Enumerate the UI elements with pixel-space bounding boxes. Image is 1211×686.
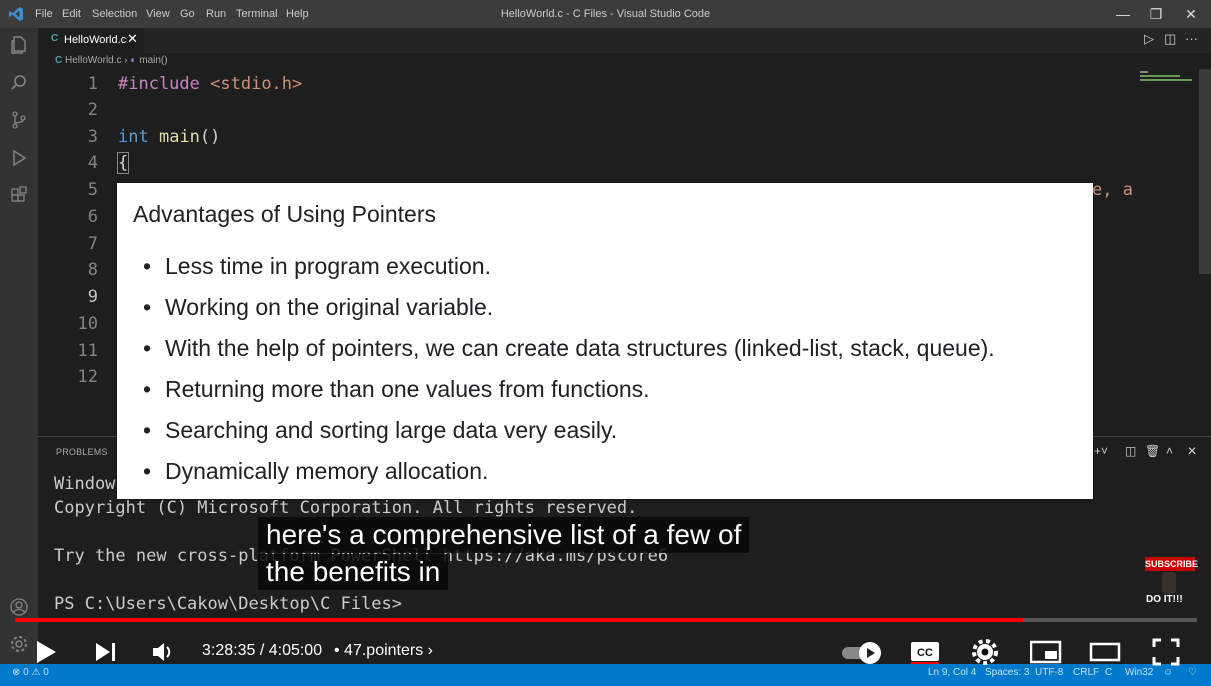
function-name: main xyxy=(158,127,200,147)
terminal-line: Window xyxy=(54,474,116,494)
terminal-prompt[interactable]: PS C:\Users\Cakow\Desktop\C Files> xyxy=(54,594,402,614)
caption-line-1: here's a comprehensive list of a few of xyxy=(258,517,750,553)
type-keyword: int xyxy=(118,127,149,147)
line-ending[interactable]: CRLF xyxy=(1073,667,1099,678)
list-item: Searching and sorting large data very ea… xyxy=(133,417,995,458)
line-number: 8 xyxy=(87,260,98,280)
c-language-icon: C xyxy=(51,33,59,44)
next-icon[interactable] xyxy=(95,642,117,667)
code-line-1: #include <stdio.h> xyxy=(118,74,302,94)
extensions-icon[interactable] xyxy=(9,186,29,206)
line-number: 3 xyxy=(87,127,98,147)
slide-bullet-list: Less time in program execution. Working … xyxy=(133,253,995,499)
breadcrumb: C HelloWorld.c › ◐ main() xyxy=(55,55,168,69)
code-fragment-right: e, a xyxy=(1092,180,1133,200)
editor-scrollbar[interactable] xyxy=(1199,69,1211,274)
tab-helloworld[interactable]: C HelloWorld.c ✕ xyxy=(38,28,144,53)
search-icon[interactable] xyxy=(9,73,29,93)
doit-text: DO IT!!! xyxy=(1146,594,1183,605)
slide-overlay: Advantages of Using Pointers Less time i… xyxy=(117,183,1093,499)
autoplay-toggle[interactable] xyxy=(840,641,884,670)
split-editor-icon[interactable]: ◫ xyxy=(1164,31,1176,47)
manage-gear-icon[interactable] xyxy=(9,634,29,654)
explorer-icon[interactable] xyxy=(9,35,29,55)
list-item: Dynamically memory allocation. xyxy=(133,458,995,499)
tab-close-icon[interactable]: ✕ xyxy=(127,31,138,47)
chapter-label: • 47.pointers xyxy=(334,642,424,659)
language-mode[interactable]: C xyxy=(1105,667,1112,678)
list-item: With the help of pointers, we can create… xyxy=(133,335,995,376)
code-line-3: int main() xyxy=(118,127,220,147)
play-icon[interactable] xyxy=(35,640,57,669)
theater-mode-icon[interactable] xyxy=(1089,641,1121,668)
line-number: 11 xyxy=(77,341,98,361)
close-panel-icon[interactable]: ✕ xyxy=(1187,444,1197,458)
notifications-bell-icon[interactable]: ♡ xyxy=(1188,667,1197,678)
parens: () xyxy=(199,127,221,147)
list-item: Returning more than one values from func… xyxy=(133,376,995,417)
tab-problems[interactable]: PROBLEMS xyxy=(56,447,108,457)
time-display: 3:28:35 / 4:05:00 xyxy=(202,642,323,659)
line-number: 1 xyxy=(87,74,98,94)
settings-gear-icon[interactable] xyxy=(972,639,998,670)
breadcrumb-symbol[interactable]: main() xyxy=(139,55,167,66)
line-number: 10 xyxy=(77,314,98,334)
cc-label: CC xyxy=(917,647,933,659)
line-number: 12 xyxy=(77,367,98,387)
run-debug-icon[interactable] xyxy=(9,148,29,168)
tab-label: HelloWorld.c xyxy=(64,34,127,46)
line-number: 4 xyxy=(87,153,98,173)
slide-title: Advantages of Using Pointers xyxy=(133,201,437,227)
restore-icon[interactable]: ❐ xyxy=(1138,0,1174,28)
caption-line-2: the benefits in xyxy=(258,554,449,590)
window-title: HelloWorld.c - C Files - Visual Studio C… xyxy=(500,8,711,20)
new-terminal-icon[interactable]: +˅ xyxy=(1094,444,1108,458)
more-actions-icon[interactable]: ··· xyxy=(1185,31,1198,46)
source-control-icon[interactable] xyxy=(9,110,29,130)
tab-bar xyxy=(38,28,1211,53)
fullscreen-icon[interactable] xyxy=(1152,638,1180,671)
miniplayer-icon[interactable] xyxy=(1029,640,1062,669)
chapter-title[interactable]: • 47.pointers › xyxy=(334,642,433,660)
progress-bar-fill xyxy=(15,618,1023,622)
function-symbol-icon: ◐ xyxy=(130,55,137,66)
open-brace: { xyxy=(116,152,130,174)
platform[interactable]: Win32 xyxy=(1125,667,1153,678)
person-icon xyxy=(1162,572,1176,594)
terminal-line: Copyright (C) Microsoft Corporation. All… xyxy=(54,498,638,518)
line-number: 7 xyxy=(87,234,98,254)
list-item: Working on the original variable. xyxy=(133,294,995,335)
chevron-right-icon: › xyxy=(427,642,433,659)
close-window-icon[interactable]: ✕ xyxy=(1173,0,1209,28)
line-number: 2 xyxy=(87,100,98,120)
subscribe-watermark[interactable]: SUBSCRIBE xyxy=(1145,557,1198,571)
chevron-right-icon: › xyxy=(124,55,128,66)
c-file-icon: C xyxy=(55,55,63,66)
list-item: Less time in program execution. xyxy=(133,253,995,294)
run-file-icon[interactable]: ▷ xyxy=(1144,31,1154,47)
minimap[interactable] xyxy=(1136,69,1198,99)
split-terminal-icon[interactable]: ◫ xyxy=(1125,444,1136,458)
breadcrumb-file[interactable]: HelloWorld.c xyxy=(65,55,122,66)
line-number: 6 xyxy=(87,207,98,227)
preprocessor-keyword: #include xyxy=(118,74,200,94)
account-icon[interactable] xyxy=(9,597,29,617)
closed-captions-icon[interactable]: CC xyxy=(910,640,940,669)
line-number: 9 xyxy=(87,287,98,307)
maximize-panel-icon[interactable]: ˄ xyxy=(1166,444,1173,458)
volume-icon[interactable] xyxy=(152,641,176,668)
include-header: <stdio.h> xyxy=(210,74,303,94)
trash-icon[interactable]: 🗑 xyxy=(1145,444,1160,458)
minimize-icon[interactable]: — xyxy=(1105,0,1141,28)
line-number: 5 xyxy=(87,180,98,200)
